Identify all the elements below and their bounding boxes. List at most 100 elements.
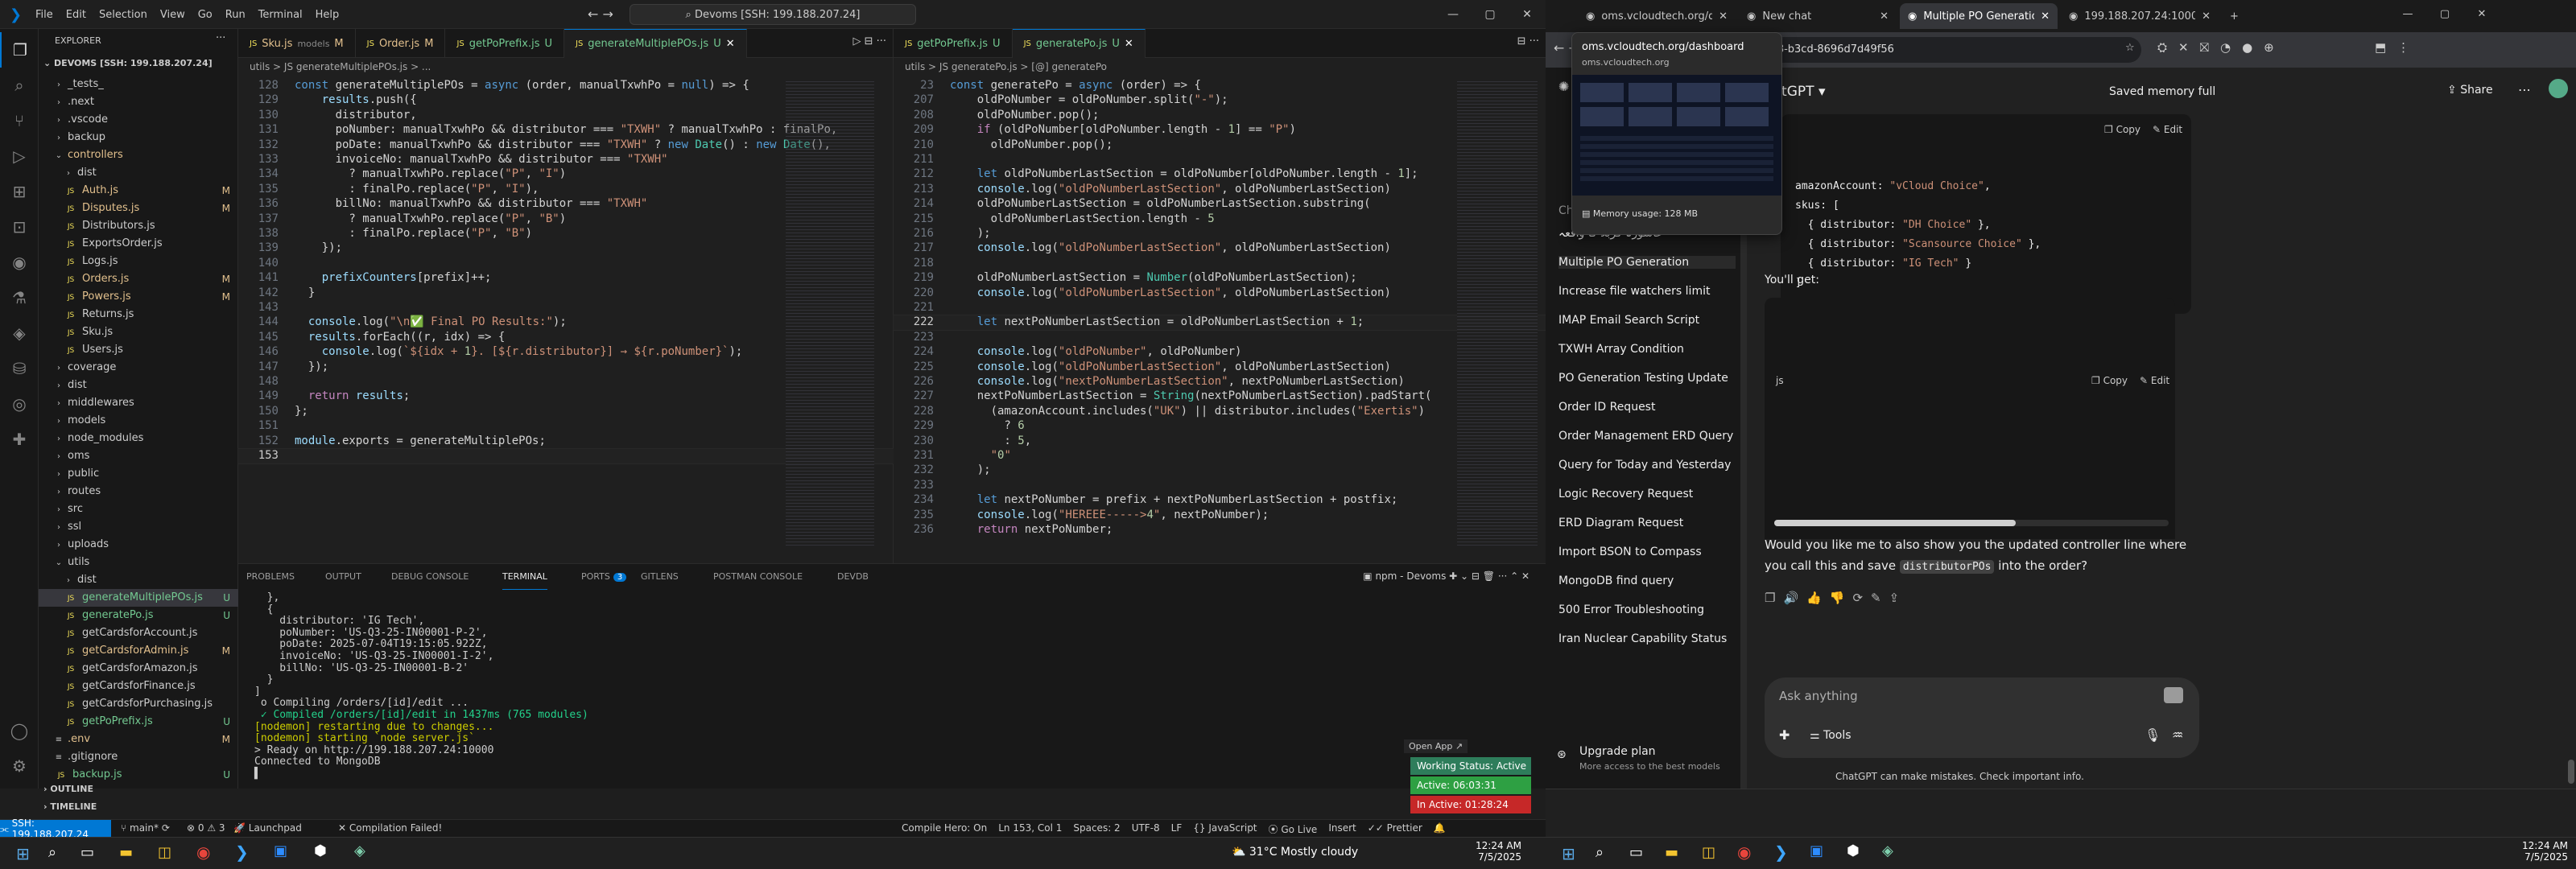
chat-item[interactable]: Query for Today and Yesterday xyxy=(1558,459,1736,472)
code-scrollbar-track[interactable] xyxy=(1774,520,2169,526)
tree-item[interactable]: JS getCardsforAmazon.js xyxy=(39,660,238,677)
more-icon[interactable]: ⋯ xyxy=(2518,82,2531,97)
voice-icon[interactable]: ♒ xyxy=(2172,727,2183,743)
compile-status[interactable]: ✕ Compilation Failed! xyxy=(338,822,442,834)
close-icon[interactable]: ✕ xyxy=(2202,10,2211,23)
tree-item[interactable]: › models xyxy=(39,412,238,430)
tree-item[interactable]: › _tests_ xyxy=(39,76,238,93)
tree-item[interactable]: › routes xyxy=(39,483,238,500)
edit-button-2[interactable]: ✎ Edit xyxy=(2140,375,2169,386)
tree-item[interactable]: JS Disputes.js M xyxy=(39,200,238,217)
maximize-icon[interactable]: ▢ xyxy=(1472,0,1509,29)
avatar[interactable] xyxy=(2549,79,2568,98)
store-icon[interactable]: ◫ xyxy=(158,844,171,861)
chat-item[interactable]: 500 Error Troubleshooting xyxy=(1558,603,1736,616)
chat-item[interactable]: ERD Diagram Request xyxy=(1558,517,1736,529)
menu-selection[interactable]: Selection xyxy=(99,9,147,21)
language-mode[interactable]: {} JavaScript xyxy=(1193,822,1257,836)
close-icon[interactable]: ✕ xyxy=(726,38,735,50)
app-icon[interactable]: ⬢ xyxy=(1847,842,1860,859)
menu-terminal[interactable]: Terminal xyxy=(258,9,303,21)
settings-gear-icon[interactable]: ⚙ xyxy=(0,748,39,784)
browser-tab[interactable]: ◉ 199.188.207.24:10000/orders/6... ✕ xyxy=(2061,3,2219,29)
zoom-icon[interactable]: ▣ xyxy=(1810,842,1823,859)
account-icon[interactable]: ◯ xyxy=(0,713,39,748)
eol[interactable]: LF xyxy=(1171,822,1183,836)
tree-item[interactable]: › uploads xyxy=(39,536,238,554)
more-actions-icon[interactable]: ··· xyxy=(216,32,225,44)
chrome-icon[interactable]: ◉ xyxy=(196,842,210,862)
openai-logo-icon[interactable]: ✺ xyxy=(1558,79,1569,94)
explorer-icon[interactable]: ❐ xyxy=(0,32,39,68)
browser-tab[interactable]: ◉ oms.vcloudtech.org/dashboard ✕ xyxy=(1578,3,1736,29)
maximize-icon[interactable]: ▢ xyxy=(2426,0,2463,32)
panel-tab-gitlens[interactable]: GITLENS xyxy=(641,564,679,590)
editor-actions-right[interactable]: ⊟ ··· xyxy=(1517,35,1539,47)
tree-item[interactable]: JS getPoPrefix.js U xyxy=(39,713,238,731)
tree-item[interactable]: › middlewares xyxy=(39,394,238,412)
panel-tab-output[interactable]: OUTPUT xyxy=(325,564,361,590)
tree-item[interactable]: JS Orders.js M xyxy=(39,270,238,288)
testing-icon[interactable]: ⚗ xyxy=(0,280,39,315)
tree-item[interactable]: ≡ .env M xyxy=(39,731,238,748)
close-icon[interactable]: ✕ xyxy=(1509,0,1546,29)
app2-icon[interactable]: ◈ xyxy=(354,842,365,859)
terminal-output[interactable]: }, { distributor: 'IG Tech', poNumber: '… xyxy=(238,591,1365,788)
editor-tab[interactable]: JS generateMultiplePOs.js U ✕ xyxy=(564,29,747,58)
chat-item[interactable]: Increase file watchers limit xyxy=(1558,285,1736,298)
bookmark-star-icon[interactable]: ☆ xyxy=(2125,42,2135,54)
tree-item[interactable]: JS Logs.js xyxy=(39,253,238,270)
minimap-right[interactable] xyxy=(1457,79,1538,546)
tree-item[interactable]: › backup xyxy=(39,129,238,146)
prettier-status[interactable]: ✓✓ Prettier xyxy=(1368,822,1422,836)
tree-item[interactable]: › coverage xyxy=(39,359,238,377)
menu-run[interactable]: Run xyxy=(225,9,246,21)
chrome-icon[interactable]: ◉ xyxy=(1737,842,1751,862)
editor-actions-left[interactable]: ▷ ⊟ ··· xyxy=(852,35,886,47)
tree-item[interactable]: ⌄ controllers xyxy=(39,146,238,164)
panel-tab-debug-console[interactable]: DEBUG CONSOLE xyxy=(391,564,469,590)
share-button[interactable]: ⇪ Share xyxy=(2447,84,2493,97)
tree-item[interactable]: JS getCardsforAdmin.js M xyxy=(39,642,238,660)
panel-tab-problems[interactable]: PROBLEMS xyxy=(246,564,295,590)
run-debug-icon[interactable]: ▷ xyxy=(0,138,39,174)
editor-tab[interactable]: JS Sku.js models M xyxy=(238,29,356,58)
tree-item[interactable]: JS getCardsforAccount.js xyxy=(39,624,238,642)
chat-item[interactable]: TXWH Array Condition xyxy=(1558,343,1736,356)
tree-item[interactable]: › .vscode xyxy=(39,111,238,129)
search-icon[interactable]: ⌕ xyxy=(1596,844,1604,861)
menu-edit[interactable]: Edit xyxy=(66,9,86,21)
terminal-controls[interactable]: ▣ npm - Devoms ✚ ⌄ ⊟ 🗑 ··· ⌃ ✕ xyxy=(1363,570,1530,582)
editor-tab[interactable]: JS getPoPrefix.js U xyxy=(445,29,564,58)
tree-item[interactable]: JS Sku.js xyxy=(39,323,238,341)
tree-item[interactable]: › node_modules xyxy=(39,430,238,447)
tree-item[interactable]: JS getCardsforFinance.js xyxy=(39,677,238,695)
chat-item[interactable]: Import BSON to Compass xyxy=(1558,546,1736,558)
launchpad-button[interactable]: 🚀 Launchpad xyxy=(233,822,302,834)
explorer-root[interactable]: ⌄ DEVOMS [SSH: 199.188.207.24] xyxy=(43,58,213,68)
weather-widget[interactable]: ⛅ 31°C Mostly cloudy xyxy=(1232,846,1358,859)
task-view-icon[interactable]: ▭ xyxy=(1629,844,1643,861)
branch-indicator[interactable]: ⑂ main* ⟳ xyxy=(121,822,170,834)
main-scrollbar[interactable] xyxy=(2568,760,2574,784)
tree-item[interactable]: › public xyxy=(39,465,238,483)
nav-back-icon[interactable]: ← → xyxy=(588,6,613,22)
search-icon[interactable]: ⌕ xyxy=(0,68,39,103)
app2-icon[interactable]: ◈ xyxy=(1882,842,1893,859)
panel-tab-devdb[interactable]: DEVDB xyxy=(837,564,869,590)
timeline-section[interactable]: › TIMELINE xyxy=(43,801,97,812)
chat-item[interactable]: Order ID Request xyxy=(1558,401,1736,414)
attach-icon[interactable]: ✚ xyxy=(1779,727,1790,743)
clock[interactable]: 12:24 AM 7/5/2025 xyxy=(1433,840,1521,863)
tree-item[interactable]: JS Users.js xyxy=(39,341,238,359)
upgrade-plan-button[interactable]: ⊛ Upgrade plan More access to the best m… xyxy=(1550,743,1742,779)
tree-item[interactable]: ⌄ utils xyxy=(39,554,238,571)
database-icon[interactable]: ⛁ xyxy=(0,351,39,386)
postman-icon[interactable]: ◎ xyxy=(0,386,39,422)
chat-item[interactable]: PO Generation Testing Update xyxy=(1558,372,1736,385)
tree-item[interactable]: JS Auth.js M xyxy=(39,182,238,200)
toolbar-icons[interactable]: ⬒⋮ xyxy=(2375,40,2421,55)
close-icon[interactable]: ✕ xyxy=(2041,10,2050,23)
menu-help[interactable]: Help xyxy=(316,9,340,21)
menu-file[interactable]: File xyxy=(35,9,53,21)
